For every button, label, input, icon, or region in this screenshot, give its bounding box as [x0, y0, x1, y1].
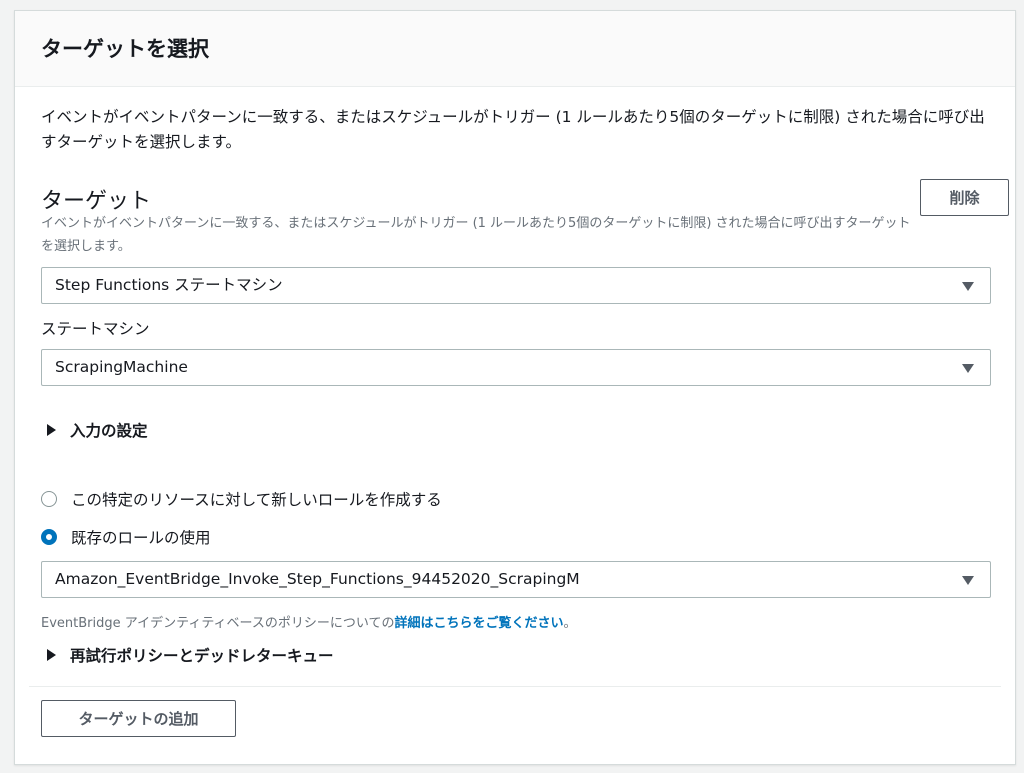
radio-unchecked-icon[interactable] [41, 491, 57, 507]
input-settings-expander[interactable]: 入力の設定 [47, 419, 148, 441]
use-existing-role-label: 既存のロールの使用 [71, 529, 211, 547]
state-machine-select[interactable]: ScrapingMachine [41, 349, 991, 386]
caret-right-icon [47, 649, 56, 661]
retry-policy-label: 再試行ポリシーとデッドレターキュー [70, 647, 334, 665]
policy-help-prefix: EventBridge アイデンティティベースのポリシーについての [41, 616, 395, 631]
policy-help-suffix: 。 [563, 616, 577, 631]
input-settings-label: 入力の設定 [70, 422, 148, 440]
caret-down-icon [962, 282, 974, 291]
panel-title: ターゲットを選択 [41, 37, 209, 61]
existing-role-value: Amazon_EventBridge_Invoke_Step_Functions… [55, 570, 580, 588]
state-machine-label: ステートマシン [41, 320, 150, 338]
state-machine-value: ScrapingMachine [55, 358, 188, 376]
target-heading: ターゲット [41, 189, 152, 214]
caret-down-icon [962, 576, 974, 585]
retry-policy-expander[interactable]: 再試行ポリシーとデッドレターキュー [47, 644, 334, 666]
panel-header: ターゲットを選択 [15, 11, 1015, 87]
add-target-button[interactable]: ターゲットの追加 [41, 700, 236, 737]
delete-button[interactable]: 削除 [920, 179, 1009, 216]
target-type-value: Step Functions ステートマシン [55, 276, 283, 294]
learn-more-link[interactable]: 詳細はこちらをご覧ください [395, 616, 564, 631]
panel-description: イベントがイベントパターンに一致する、またはスケジュールがトリガー (1 ルール… [41, 108, 985, 151]
existing-role-select[interactable]: Amazon_EventBridge_Invoke_Step_Functions… [41, 561, 991, 598]
caret-right-icon [47, 424, 56, 436]
select-targets-panel: ターゲットを選択 イベントがイベントパターンに一致する、またはスケジュールがトリ… [14, 10, 1016, 765]
policy-help-text: EventBridge アイデンティティベースのポリシーについての詳細はこちらを… [41, 612, 577, 631]
radio-checked-icon[interactable] [41, 529, 57, 545]
create-new-role-option[interactable]: この特定のリソースに対して新しいロールを作成する [41, 488, 442, 510]
create-new-role-label: この特定のリソースに対して新しいロールを作成する [71, 491, 442, 509]
divider [29, 686, 1001, 687]
target-description: イベントがイベントパターンに一致する、またはスケジュールがトリガー (1 ルール… [41, 216, 911, 254]
caret-down-icon [962, 364, 974, 373]
target-type-select[interactable]: Step Functions ステートマシン [41, 267, 991, 304]
use-existing-role-option[interactable]: 既存のロールの使用 [41, 526, 211, 548]
